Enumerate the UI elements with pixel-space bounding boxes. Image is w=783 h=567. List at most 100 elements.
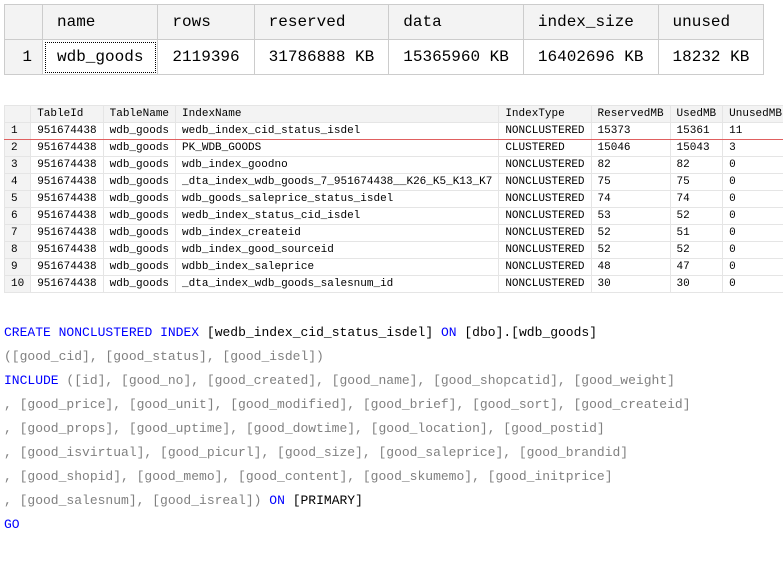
cell-tablename: wdb_goods [103, 208, 175, 225]
table-row[interactable]: 10951674438wdb_goods_dta_index_wdb_goods… [5, 276, 783, 293]
col-unusedmb[interactable]: UnusedMB [723, 106, 783, 123]
cell-unusedmb: 0 [723, 225, 783, 242]
cell-unusedmb: 0 [723, 191, 783, 208]
row-number[interactable]: 4 [5, 174, 31, 191]
cell-indextype: NONCLUSTERED [499, 225, 591, 242]
index-list-grid: TableId TableName IndexName IndexType Re… [4, 105, 783, 293]
col-rows[interactable]: rows [158, 5, 254, 40]
cell-tableid: 951674438 [31, 174, 103, 191]
col-tableid[interactable]: TableId [31, 106, 103, 123]
col-tablename[interactable]: TableName [103, 106, 175, 123]
cell-usedmb: 15361 [670, 123, 723, 140]
cell-unusedmb: 3 [723, 140, 783, 157]
cell-indextype: NONCLUSTERED [499, 208, 591, 225]
include-line: , [good_isvirtual], [good_picurl], [good… [4, 445, 628, 460]
cell-index-size: 16402696 KB [523, 40, 658, 75]
kw-include: INCLUDE [4, 373, 59, 388]
cell-tablename: wdb_goods [103, 140, 175, 157]
cell-rows: 2119396 [158, 40, 254, 75]
cell-indexname: wdb_goods_saleprice_status_isdel [176, 191, 499, 208]
include-line: , [good_shopid], [good_memo], [good_cont… [4, 469, 613, 484]
cell-indexname: wdbb_index_saleprice [176, 259, 499, 276]
cell-usedmb: 74 [670, 191, 723, 208]
include-line: ([id], [good_no], [good_created], [good_… [66, 373, 675, 388]
col-usedmb[interactable]: UsedMB [670, 106, 723, 123]
row-number[interactable]: 2 [5, 140, 31, 157]
col-data[interactable]: data [389, 5, 524, 40]
table-row[interactable]: 1951674438wdb_goodswedb_index_cid_status… [5, 123, 783, 140]
col-indextype[interactable]: IndexType [499, 106, 591, 123]
col-unused[interactable]: unused [658, 5, 764, 40]
table-row[interactable]: 2951674438wdb_goodsPK_WDB_GOODSCLUSTERED… [5, 140, 783, 157]
row-number[interactable]: 7 [5, 225, 31, 242]
cell-tablename: wdb_goods [103, 276, 175, 293]
cell-tableid: 951674438 [31, 123, 103, 140]
cell-indexname: wdb_index_goodno [176, 157, 499, 174]
cell-indextype: NONCLUSTERED [499, 242, 591, 259]
kw-on-fg: ON [269, 493, 285, 508]
sql-script[interactable]: CREATE NONCLUSTERED INDEX [wedb_index_ci… [4, 321, 779, 537]
table-row[interactable]: 1 wdb_goods 2119396 31786888 KB 15365960… [5, 40, 764, 75]
cell-usedmb: 52 [670, 208, 723, 225]
col-index-size[interactable]: index_size [523, 5, 658, 40]
cell-usedmb: 75 [670, 174, 723, 191]
row-number[interactable]: 10 [5, 276, 31, 293]
table-row[interactable]: 4951674438wdb_goods_dta_index_wdb_goods_… [5, 174, 783, 191]
col-indexname[interactable]: IndexName [176, 106, 499, 123]
cell-indexname: wdb_index_good_sourceid [176, 242, 499, 259]
row-number[interactable]: 1 [5, 40, 43, 75]
cell-usedmb: 51 [670, 225, 723, 242]
table-row[interactable]: 6951674438wdb_goodswedb_index_status_cid… [5, 208, 783, 225]
key-columns-line: ([good_cid], [good_status], [good_isdel]… [4, 349, 324, 364]
kw-create: CREATE [4, 325, 51, 340]
row-number[interactable]: 8 [5, 242, 31, 259]
row-number[interactable]: 3 [5, 157, 31, 174]
cell-name[interactable]: wdb_goods [43, 40, 158, 75]
col-reservedmb[interactable]: ReservedMB [591, 106, 670, 123]
cell-indexname: _dta_index_wdb_goods_salesnum_id [176, 276, 499, 293]
cell-reservedmb: 52 [591, 242, 670, 259]
cell-usedmb: 15043 [670, 140, 723, 157]
cell-indextype: NONCLUSTERED [499, 191, 591, 208]
cell-indextype: NONCLUSTERED [499, 123, 591, 140]
cell-tablename: wdb_goods [103, 225, 175, 242]
cell-reservedmb: 15046 [591, 140, 670, 157]
include-last-cols: , [good_salesnum], [good_isreal]) [4, 493, 261, 508]
cell-tableid: 951674438 [31, 242, 103, 259]
cell-tablename: wdb_goods [103, 259, 175, 276]
table-row[interactable]: 3951674438wdb_goodswdb_index_goodnoNONCL… [5, 157, 783, 174]
cell-unusedmb: 11 [723, 123, 783, 140]
cell-reservedmb: 52 [591, 225, 670, 242]
cell-tableid: 951674438 [31, 225, 103, 242]
cell-indexname: _dta_index_wdb_goods_7_951674438__K26_K5… [176, 174, 499, 191]
row-number[interactable]: 9 [5, 259, 31, 276]
cell-unusedmb: 0 [723, 259, 783, 276]
cell-unusedmb: 0 [723, 208, 783, 225]
row-number[interactable]: 5 [5, 191, 31, 208]
kw-on: ON [441, 325, 457, 340]
row-number[interactable]: 6 [5, 208, 31, 225]
cell-reservedmb: 48 [591, 259, 670, 276]
cell-reservedmb: 30 [591, 276, 670, 293]
grid-corner [5, 5, 43, 40]
cell-indextype: NONCLUSTERED [499, 276, 591, 293]
cell-reservedmb: 53 [591, 208, 670, 225]
cell-tablename: wdb_goods [103, 157, 175, 174]
table-row[interactable]: 8951674438wdb_goodswdb_index_good_source… [5, 242, 783, 259]
cell-tablename: wdb_goods [103, 191, 175, 208]
col-name[interactable]: name [43, 5, 158, 40]
table-row[interactable]: 5951674438wdb_goodswdb_goods_saleprice_s… [5, 191, 783, 208]
col-reserved[interactable]: reserved [254, 5, 389, 40]
cell-tableid: 951674438 [31, 208, 103, 225]
grid-corner [5, 106, 31, 123]
cell-indexname: wedb_index_cid_status_isdel [176, 123, 499, 140]
cell-indexname: PK_WDB_GOODS [176, 140, 499, 157]
cell-tablename: wdb_goods [103, 242, 175, 259]
cell-usedmb: 52 [670, 242, 723, 259]
table-row[interactable]: 7951674438wdb_goodswdb_index_createidNON… [5, 225, 783, 242]
cell-reservedmb: 82 [591, 157, 670, 174]
table-name-token: [dbo].[wdb_goods] [464, 325, 597, 340]
row-number[interactable]: 1 [5, 123, 31, 140]
table-row[interactable]: 9951674438wdb_goodswdbb_index_salepriceN… [5, 259, 783, 276]
include-line: , [good_props], [good_uptime], [good_dow… [4, 421, 605, 436]
